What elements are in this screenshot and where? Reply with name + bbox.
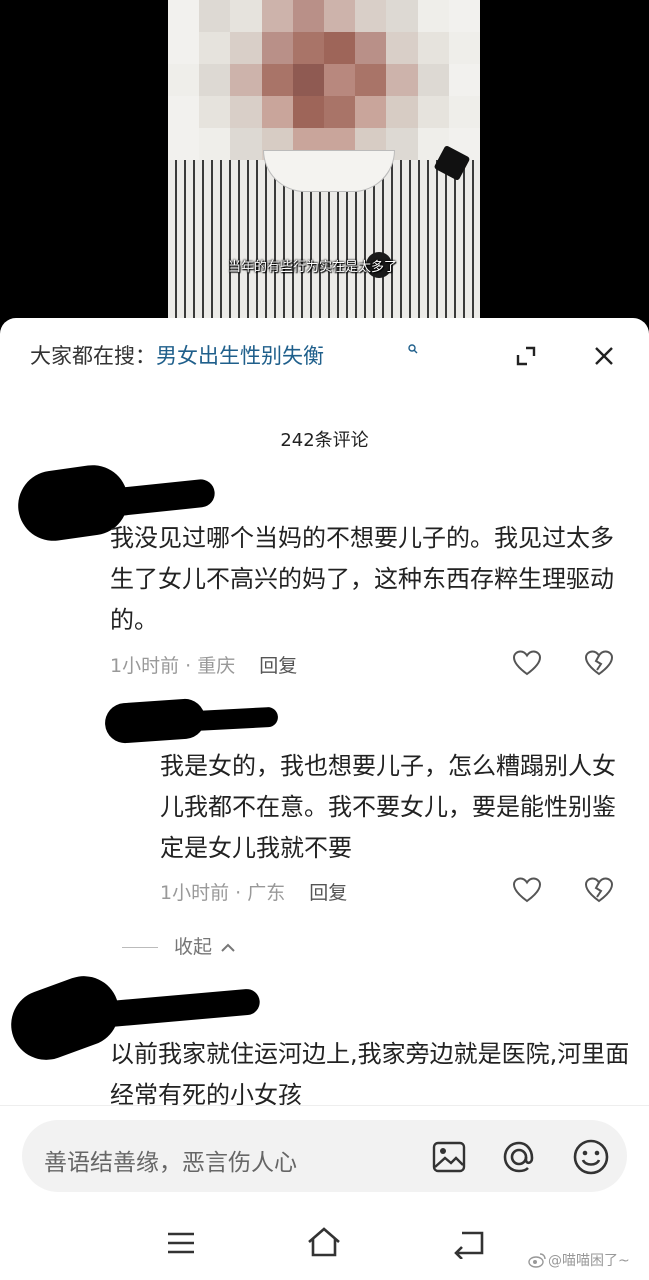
trending-search[interactable]: 大家都在搜：男女出生性别失衡 [30,340,324,370]
mosaic-cell [199,32,231,64]
video-subtitle: 当年的有些行为实在是太多了 [228,260,398,275]
comment-text: 我没见过哪个当妈的不想要儿子的。我见过太多生了女儿不高兴的妈了，这种东西存粹生理… [110,524,614,634]
trending-search-term[interactable]: 男女出生性别失衡 [156,344,324,368]
mosaic-cell [355,0,387,32]
collapse-label: 收起 [174,936,213,958]
mosaic-cell [168,32,200,64]
like-icon[interactable] [512,876,542,904]
comment-time: 1小时前 [110,655,180,677]
system-navigation-bar: @喵喵困了~ [0,1210,649,1280]
weibo-icon [528,1253,546,1268]
trending-search-prefix: 大家都在搜： [30,344,156,368]
mosaic-cell [448,96,480,128]
reply-button[interactable]: 回复 [309,882,347,904]
mosaic-cell [230,96,262,128]
mosaic-cell [417,32,449,64]
comment-text: 以前我家就住运河边上,我家旁边就是医院,河里面经常有死的小女孩 [110,1040,630,1109]
chevron-up-icon [221,943,235,952]
mosaic-cell [230,128,262,160]
mosaic-cell [230,64,262,96]
mosaic-cell [417,96,449,128]
dislike-icon[interactable] [584,649,614,677]
mosaic-cell [386,32,418,64]
mosaic-cell [355,96,387,128]
dislike-icon[interactable] [584,876,614,904]
comment-location: 重庆 [197,655,236,677]
mosaic-cell [324,64,356,96]
video-frame [168,0,480,330]
mosaic-cell [386,0,418,32]
mosaic-cell [199,96,231,128]
mosaic-cell [292,64,324,96]
mosaic-cell [261,64,293,96]
comment-meta: 1小时前 · 重庆 回复 [110,655,298,677]
mosaic-cell [230,32,262,64]
menu-icon[interactable] [165,1228,197,1258]
video-player[interactable]: 当年的有些行为实在是太多了 [0,0,649,330]
mosaic-cell [324,96,356,128]
comment-time: 1小时前 [160,882,230,904]
comment-count: 242条评论 [280,430,369,451]
watermark-text: @喵喵困了~ [548,1253,630,1269]
mosaic-cell [168,96,200,128]
mosaic-cell [448,64,480,96]
mosaic-cell [199,0,231,32]
mosaic-cell [199,128,231,160]
comment-input-bar: 善语结善缘，恶言伤人心 [0,1105,649,1211]
mosaic-cell [292,0,324,32]
mosaic-cell [448,32,480,64]
mosaic-cell [230,0,262,32]
shirt-collar [263,150,395,192]
close-icon[interactable] [593,345,615,367]
mosaic-cell [199,64,231,96]
home-icon[interactable] [306,1225,342,1259]
mosaic-cell [168,0,200,32]
mosaic-cell [386,64,418,96]
mosaic-cell [168,128,200,160]
expand-icon[interactable] [514,344,538,368]
comment-meta: 1小时前 · 广东 回复 [160,882,348,904]
mosaic-cell [261,32,293,64]
divider [122,947,158,948]
mosaic-cell [417,0,449,32]
mosaic-cell [386,96,418,128]
mosaic-cell [324,0,356,32]
mosaic-cell [324,32,356,64]
mosaic-cell [261,96,293,128]
mosaic-cell [355,32,387,64]
back-icon[interactable] [452,1227,486,1259]
mosaic-cell [292,32,324,64]
reply-button[interactable]: 回复 [259,655,297,677]
image-icon[interactable] [432,1140,466,1174]
emoji-icon[interactable] [572,1138,610,1176]
like-icon[interactable] [512,649,542,677]
pixelated-face [168,0,480,160]
search-icon [408,344,418,354]
mosaic-cell [261,0,293,32]
mosaic-cell [448,0,480,32]
mosaic-cell [292,96,324,128]
comment-text: 我是女的，我也想要儿子，怎么糟蹋别人女儿我都不在意。我不要女儿，要是能性别鉴定是… [160,752,616,862]
comment-input-placeholder: 善语结善缘，恶言伤人心 [44,1150,297,1176]
comment-location: 广东 [247,882,286,904]
collapse-replies-button[interactable]: 收起 [122,932,236,959]
at-icon[interactable] [500,1138,538,1176]
mosaic-cell [355,64,387,96]
mosaic-cell [417,64,449,96]
watermark: @喵喵困了~ [528,1250,630,1270]
comment-input[interactable]: 善语结善缘，恶言伤人心 [22,1120,627,1192]
mosaic-cell [168,64,200,96]
